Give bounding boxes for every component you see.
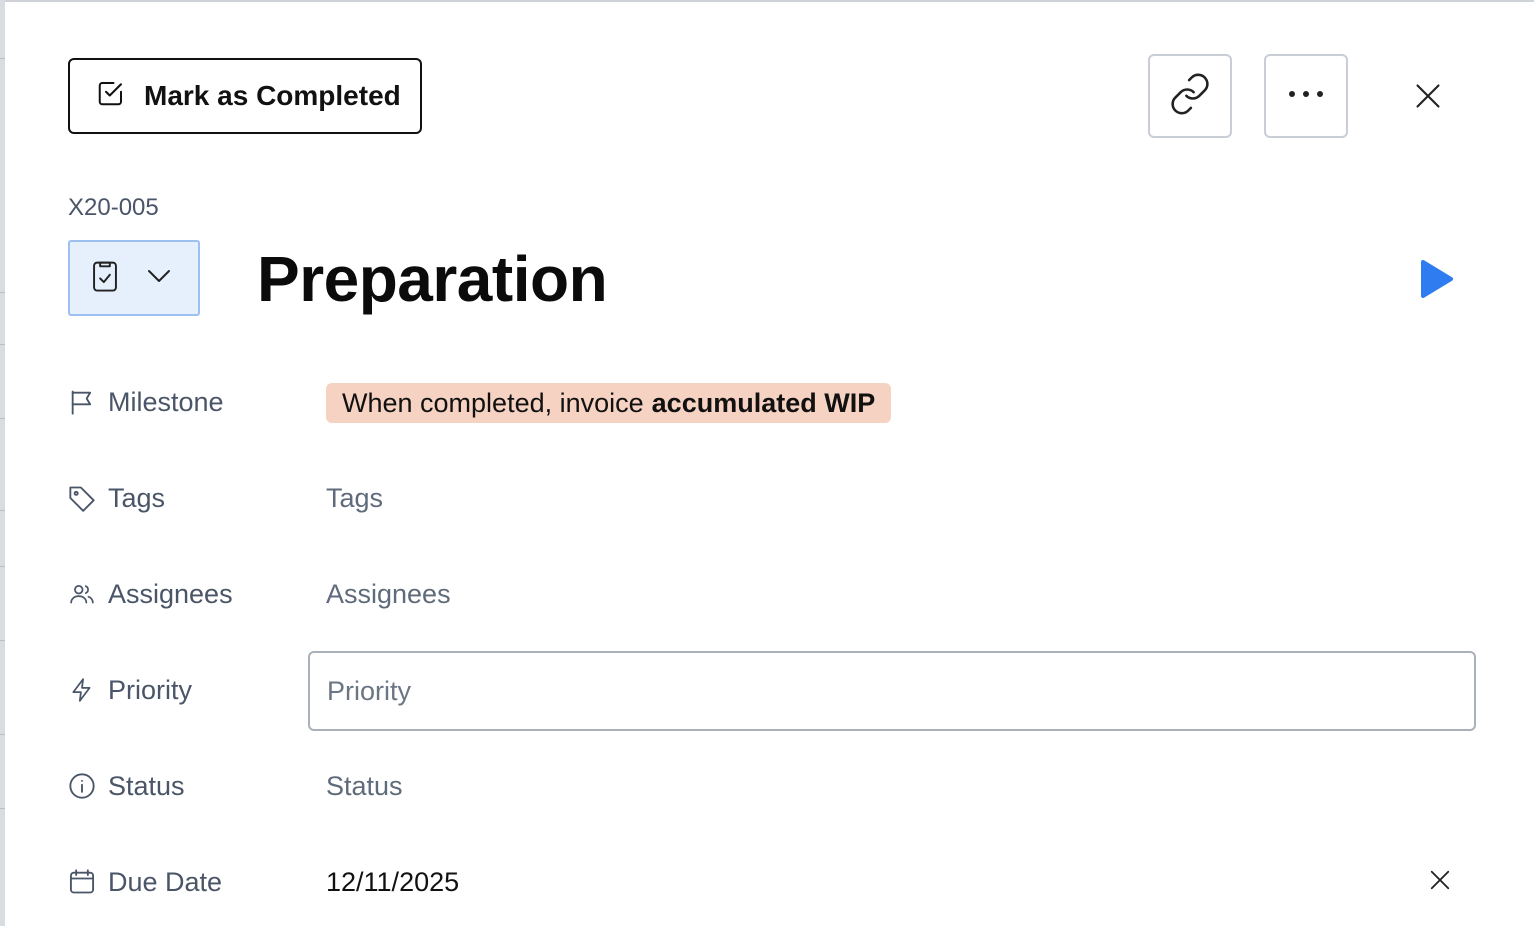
priority-input[interactable] bbox=[308, 651, 1476, 731]
status-label-group: Status bbox=[68, 758, 185, 814]
due-date-field[interactable]: 12/11/2025 bbox=[326, 854, 459, 910]
status-label: Status bbox=[108, 770, 185, 801]
task-title[interactable]: Preparation bbox=[257, 242, 608, 316]
milestone-label-group: Milestone bbox=[68, 374, 224, 430]
tags-field[interactable]: Tags bbox=[326, 470, 383, 526]
milestone-badge-prefix: When completed, invoice bbox=[342, 387, 644, 418]
clipboard-check-icon bbox=[90, 259, 120, 298]
priority-label-group: Priority bbox=[68, 662, 192, 718]
users-icon bbox=[68, 580, 96, 608]
close-icon bbox=[1414, 82, 1442, 115]
due-date-row: Due Date 12/11/2025 bbox=[68, 854, 1488, 910]
close-panel-button[interactable] bbox=[1405, 78, 1451, 118]
checkbox-edit-icon bbox=[96, 78, 126, 115]
milestone-row: Milestone When completed, invoice accumu… bbox=[68, 374, 1488, 430]
milestone-label: Milestone bbox=[108, 386, 224, 417]
priority-label: Priority bbox=[108, 674, 193, 705]
info-icon bbox=[68, 772, 96, 800]
close-icon bbox=[1429, 869, 1451, 896]
due-date-label: Due Date bbox=[108, 866, 223, 897]
calendar-icon bbox=[68, 868, 96, 896]
flag-icon bbox=[68, 388, 96, 416]
tags-label: Tags bbox=[108, 482, 166, 513]
priority-row: Priority bbox=[68, 651, 1488, 731]
status-row: Status Status bbox=[68, 758, 1488, 814]
copy-link-button[interactable] bbox=[1148, 54, 1232, 138]
tag-icon bbox=[68, 484, 96, 512]
mark-completed-button[interactable]: Mark as Completed bbox=[68, 58, 422, 134]
status-field[interactable]: Status bbox=[326, 758, 403, 814]
milestone-badge[interactable]: When completed, invoice accumulated WIP bbox=[326, 383, 892, 423]
start-timer-button[interactable] bbox=[1413, 258, 1455, 300]
assignees-label: Assignees bbox=[108, 578, 233, 609]
play-icon bbox=[1413, 260, 1455, 304]
assignees-field[interactable]: Assignees bbox=[326, 566, 451, 622]
clear-due-date-button[interactable] bbox=[1424, 866, 1456, 898]
tags-label-group: Tags bbox=[68, 470, 165, 526]
due-date-label-group: Due Date bbox=[68, 854, 222, 910]
link-icon bbox=[1168, 72, 1212, 121]
more-options-button[interactable] bbox=[1264, 54, 1348, 138]
lightning-icon bbox=[68, 676, 96, 704]
milestone-badge-emphasis: accumulated WIP bbox=[651, 387, 876, 418]
task-code: X20-005 bbox=[68, 194, 159, 221]
more-horizontal-icon bbox=[1286, 87, 1326, 105]
assignees-row: Assignees Assignees bbox=[68, 566, 1488, 622]
mark-completed-label: Mark as Completed bbox=[144, 80, 401, 111]
chevron-down-icon bbox=[146, 268, 172, 289]
task-type-dropdown[interactable] bbox=[68, 240, 200, 316]
task-detail-panel: Mark as Completed X20-005 Preparation Mi… bbox=[5, 6, 1534, 926]
assignees-label-group: Assignees bbox=[68, 566, 233, 622]
tags-row: Tags Tags bbox=[68, 470, 1488, 526]
